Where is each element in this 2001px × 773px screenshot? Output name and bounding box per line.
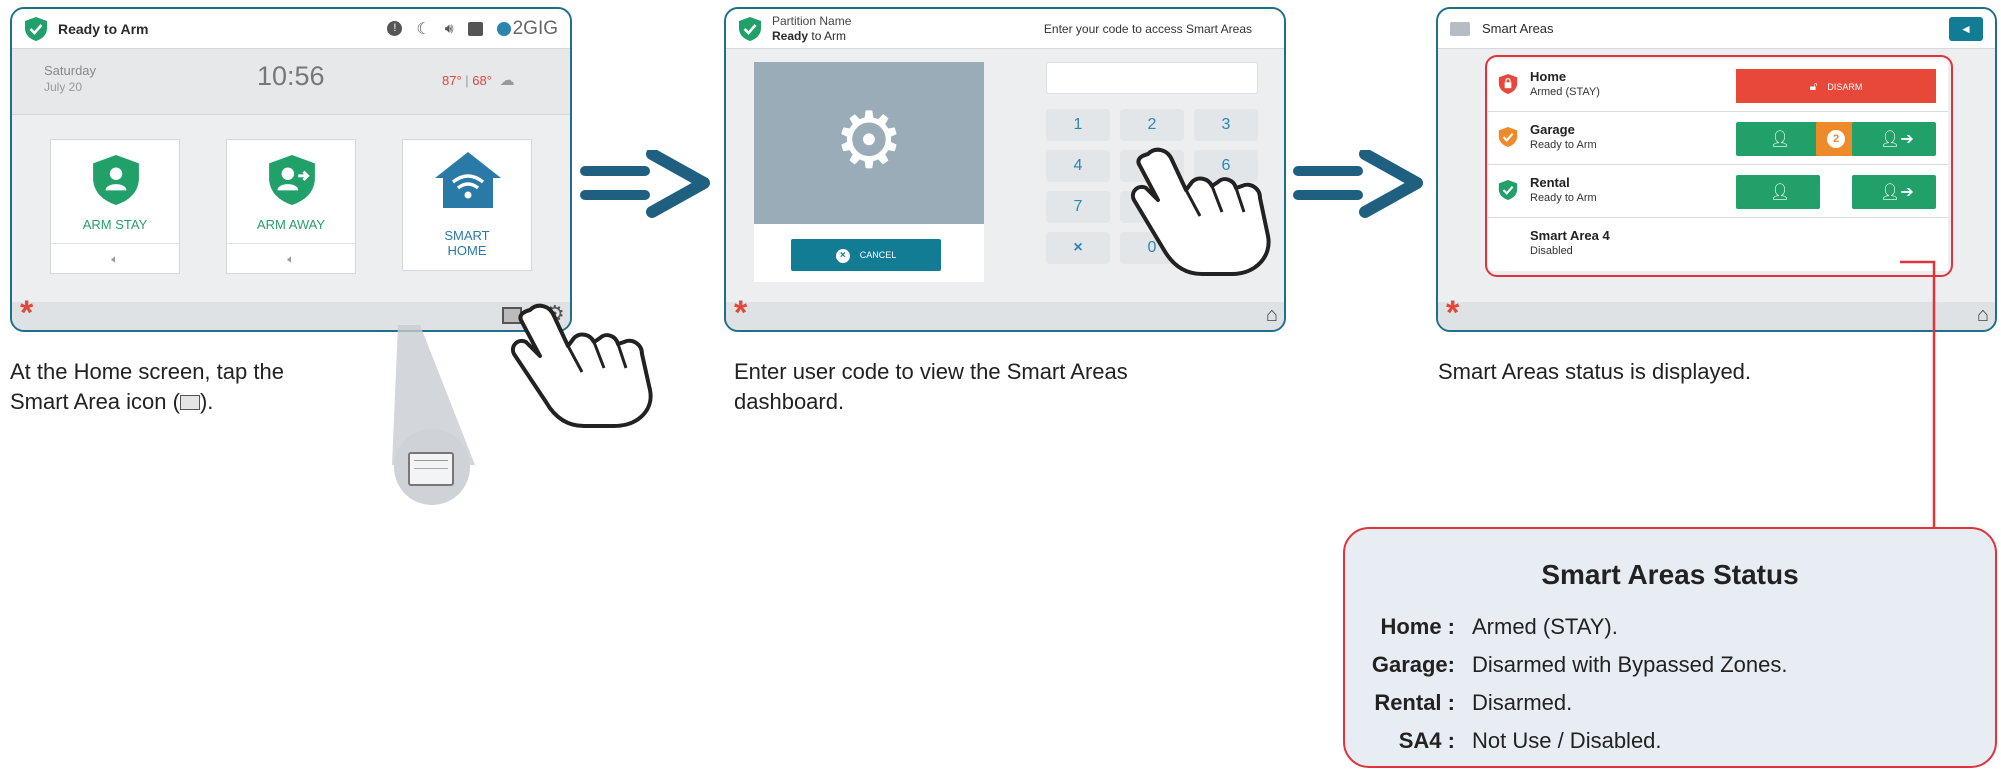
arm-stay-label: ARM STAY <box>82 217 148 232</box>
smart-home-wifi-icon <box>435 152 501 208</box>
smart-home-label: SMART HOME <box>403 228 531 258</box>
shield-check-icon <box>739 16 761 41</box>
settings-placeholder: ⚙ <box>754 62 984 224</box>
arm-stay-mute-icon[interactable]: 🔈︎ <box>51 243 179 273</box>
arrow-right-icon <box>580 150 710 218</box>
home-screen-panel: Ready to Arm ! ☾ 🔊︎ 2GIG Saturday July 2… <box>10 7 572 332</box>
arrow-right-icon-2 <box>1293 150 1423 218</box>
caption-step2-line1: Enter user code to view the Smart Areas <box>734 359 1128 384</box>
status-key: Rental : <box>1374 690 1455 715</box>
arm-status-text: Ready to Arm <box>58 20 149 37</box>
status-key: Home : <box>1380 614 1455 639</box>
caption-step1-line2a: Smart Area icon ( <box>10 389 180 414</box>
home-icon[interactable]: ⌂ <box>1977 304 1989 327</box>
connector-line <box>1900 260 1936 528</box>
home-icon[interactable]: ⌂ <box>1266 304 1278 327</box>
smart-areas-status-box: Smart Areas Status Home : Armed (STAY). G… <box>1343 527 1997 768</box>
code-input[interactable] <box>1046 62 1258 94</box>
caption-step1: At the Home screen, tap the Smart Area i… <box>10 357 284 417</box>
arm-away-mute-icon[interactable]: 🔈︎ <box>227 243 355 273</box>
zoomed-smart-area-icon <box>408 452 454 486</box>
smart-home-label-line2: HOME <box>447 243 487 258</box>
arm-away-shield-icon <box>269 155 315 205</box>
brand-logo: 2GIG <box>512 17 558 39</box>
arm-away-tile[interactable]: ARM AWAY 🔈︎ <box>226 139 356 274</box>
arm-away-label: ARM AWAY <box>256 217 326 232</box>
globe-icon <box>496 21 511 36</box>
cancel-button[interactable]: × CANCEL <box>791 239 941 271</box>
smart-home-label-line1: SMART <box>444 228 490 243</box>
shield-check-icon <box>25 16 47 41</box>
key-clear[interactable]: × <box>1046 232 1110 264</box>
alert-icon[interactable]: ! <box>387 21 403 36</box>
key-1[interactable]: 1 <box>1046 109 1110 141</box>
key-3[interactable]: 3 <box>1194 109 1258 141</box>
smart-areas-header: Smart Areas ◄ <box>1438 9 1995 49</box>
day-label: Saturday <box>44 63 97 78</box>
weather: 87° | 68° ☁︎ <box>442 71 515 89</box>
smart-area-icon <box>179 395 200 410</box>
arm-stay-tile[interactable]: ARM STAY 🔈︎ <box>50 139 180 274</box>
status-key: SA4 : <box>1398 728 1455 753</box>
cancel-x-icon: × <box>835 249 850 263</box>
status-value: Disarmed. <box>1472 690 1573 715</box>
key-4[interactable]: 4 <box>1046 150 1110 182</box>
volume-icon[interactable]: 🔊︎ <box>445 20 454 37</box>
partition-bar: Partition Name Ready to Arm Enter your c… <box>726 9 1284 49</box>
temp-low: 68° <box>472 73 492 88</box>
caption-step2: Enter user code to view the Smart Areas … <box>734 357 1128 417</box>
date-label: July 20 <box>44 80 83 94</box>
temp-sep: | <box>461 73 473 88</box>
clock: 10:56 <box>257 61 325 91</box>
caption-step1-line1: At the Home screen, tap the <box>10 359 284 384</box>
key-2[interactable]: 2 <box>1120 109 1184 141</box>
cancel-label: CANCEL <box>859 250 897 260</box>
date-time-bar: Saturday July 20 10:56 87° | 68° ☁︎ <box>12 49 570 115</box>
smart-area-icon <box>1450 21 1470 36</box>
caption-step1-line2: Smart Area icon (). <box>10 387 284 417</box>
camera-icon[interactable] <box>467 21 483 36</box>
code-prompt: Enter your code to access Smart Areas <box>1043 21 1252 36</box>
emergency-icon[interactable]: * <box>1446 296 1459 330</box>
smart-home-tile[interactable]: SMART HOME <box>402 139 532 271</box>
status-bar: Ready to Arm ! ☾ 🔊︎ 2GIG <box>12 9 570 49</box>
moon-icon[interactable]: ☾ <box>416 19 430 39</box>
status-key: Garage: <box>1371 652 1455 677</box>
emergency-icon[interactable]: * <box>734 296 747 330</box>
partition-name: Partition Name <box>772 13 852 28</box>
partition-status-bold: Ready <box>772 28 809 43</box>
smart-areas-title: Smart Areas <box>1482 21 1554 36</box>
partition-status-rest: to Arm <box>808 28 847 43</box>
status-value: Armed (STAY). <box>1472 614 1618 639</box>
tap-hand-icon-2 <box>1131 147 1271 276</box>
bottom-bar: * ⚙ <box>12 296 570 330</box>
back-button[interactable]: ◄ <box>1949 16 1983 41</box>
gear-icon: ⚙ <box>834 96 904 184</box>
status-box-title: Smart Areas Status <box>1541 559 1799 590</box>
caption-step3: Smart Areas status is displayed. <box>1438 359 1752 384</box>
partition-status: Ready to Arm <box>772 29 851 44</box>
status-value: Not Use / Disabled. <box>1472 728 1662 753</box>
highlight-frame <box>1485 55 1953 277</box>
weather-icon: ☁︎ <box>499 72 515 89</box>
arm-stay-shield-icon <box>93 155 139 205</box>
key-7[interactable]: 7 <box>1046 191 1110 223</box>
status-value: Disarmed with Bypassed Zones. <box>1472 652 1788 677</box>
emergency-icon[interactable]: * <box>20 296 33 330</box>
caption-step2-line2: dashboard. <box>734 389 845 414</box>
temp-high: 87° <box>442 73 462 88</box>
caption-step1-line2b: ). <box>199 389 214 414</box>
bottom-bar: * ⌂ <box>726 296 1284 330</box>
tap-hand-icon <box>511 303 653 428</box>
